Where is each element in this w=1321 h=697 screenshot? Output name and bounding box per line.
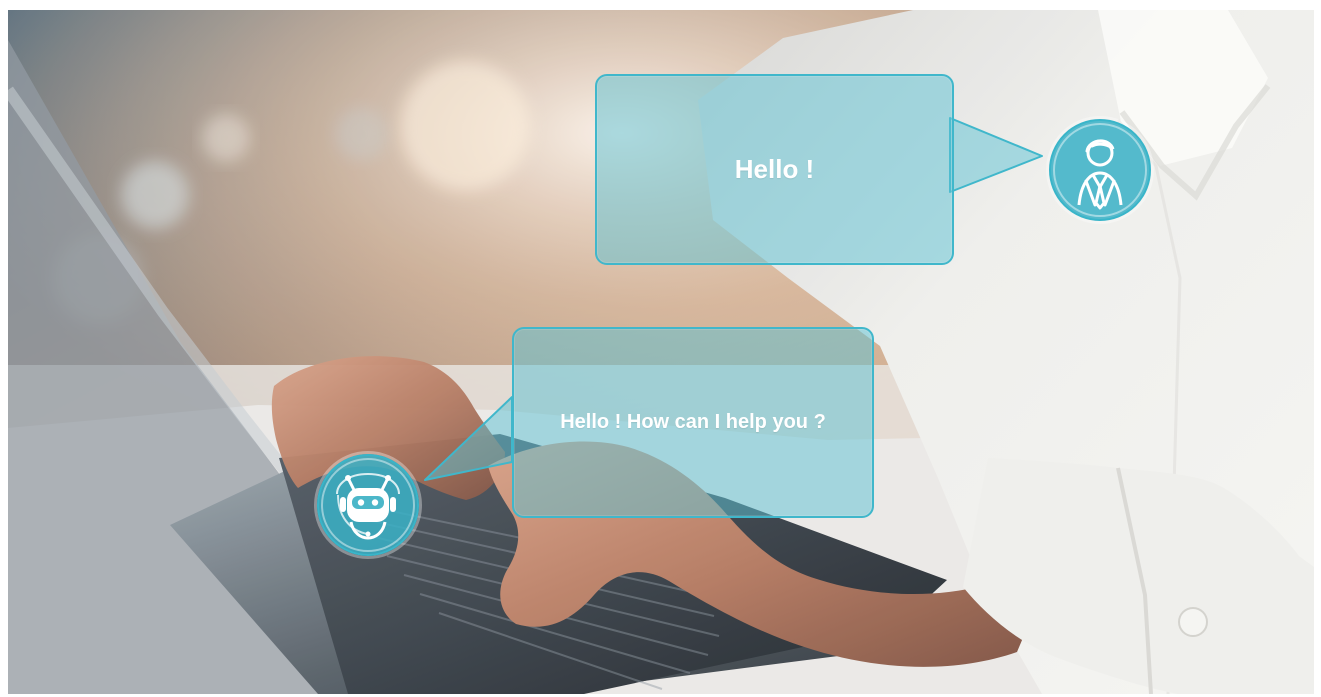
user-message-text: Hello ! bbox=[734, 154, 815, 184]
chatbot-robot-icon bbox=[317, 454, 419, 556]
businessman-avatar-icon bbox=[1049, 119, 1151, 221]
user-message-bubble: Hello ! bbox=[595, 74, 954, 265]
bot-message-bubble: Hello ! How can I help you ? bbox=[512, 327, 874, 518]
chatbot-hero-image: Hello ! Hello ! How can I help you ? bbox=[8, 10, 1314, 694]
bot-message-text: Hello ! How can I help you ? bbox=[560, 411, 826, 433]
